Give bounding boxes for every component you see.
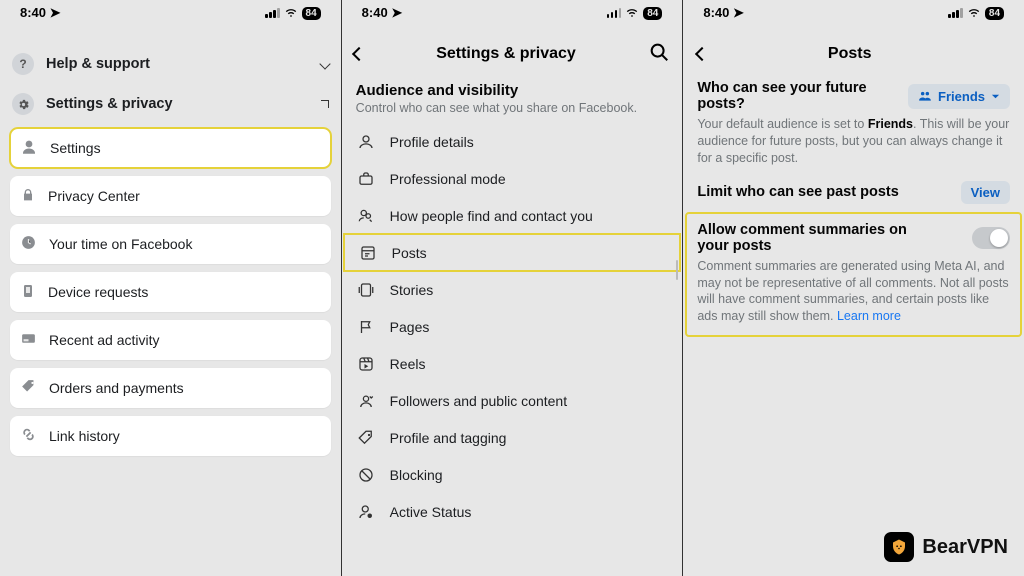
question-icon: ? [12, 53, 34, 75]
battery-icon: 84 [643, 7, 662, 20]
watermark-text: BearVPN [922, 536, 1008, 559]
location-icon: ➤ [733, 5, 744, 20]
friends-button[interactable]: Friends [908, 84, 1010, 109]
battery-icon: 84 [302, 7, 321, 20]
page-title: Settings & privacy [364, 45, 649, 63]
allow-comment-summaries-label: Allow comment summaries on your posts [697, 222, 927, 254]
chevron-up-icon [321, 100, 329, 108]
orders-payments-item[interactable]: Orders and payments [10, 368, 331, 408]
item-followers[interactable]: Followers and public content [342, 382, 683, 419]
block-icon [356, 466, 376, 484]
allow-comment-summaries-block: Allow comment summaries on your posts Co… [687, 214, 1020, 336]
location-icon: ➤ [50, 5, 61, 20]
tag-icon [356, 429, 376, 447]
tag-icon [20, 378, 37, 398]
active-status-icon [356, 503, 376, 521]
link-icon [20, 426, 37, 446]
stories-icon [356, 281, 376, 299]
screen-menu: 8:40 ➤ 84 ? Help & support Settings & pr… [0, 0, 342, 576]
future-posts-description: Your default audience is set to Friends.… [697, 116, 1010, 167]
privacy-center-item[interactable]: Privacy Center [10, 176, 331, 216]
view-button[interactable]: View [961, 181, 1010, 204]
item-posts[interactable]: Posts [344, 234, 681, 271]
location-icon: ➤ [391, 5, 402, 20]
chevron-down-icon [319, 58, 330, 69]
screen-settings-privacy: 8:40 ➤ 84 Settings & privacy Audience an… [342, 0, 684, 576]
learn-more-link[interactable]: Learn more [837, 309, 901, 323]
item-reels[interactable]: Reels [342, 345, 683, 382]
status-bar: 8:40 ➤ 84 [683, 0, 1024, 26]
item-pages[interactable]: Pages [342, 308, 683, 345]
item-professional-mode[interactable]: Professional mode [342, 160, 683, 197]
page-title: Posts [707, 45, 1010, 63]
clock-icon [20, 234, 37, 254]
profile-icon [356, 133, 376, 151]
search-icon[interactable] [648, 41, 670, 68]
battery-icon: 84 [985, 7, 1004, 20]
wifi-icon [625, 8, 639, 18]
section-subtitle: Control who can see what you share on Fa… [342, 101, 683, 123]
person-gear-icon [20, 138, 38, 159]
screen-posts: 8:40 ➤ 84 Posts Who can see your future … [683, 0, 1024, 576]
bearvpn-logo-icon [884, 532, 914, 562]
item-active-status[interactable]: Active Status [342, 493, 683, 530]
wifi-icon [967, 8, 981, 18]
recent-ad-item[interactable]: Recent ad activity [10, 320, 331, 360]
lock-icon [20, 187, 36, 206]
device-requests-item[interactable]: Device requests [10, 272, 331, 312]
ad-icon [20, 330, 37, 350]
reels-icon [356, 355, 376, 373]
post-icon [358, 244, 378, 262]
people-search-icon [356, 207, 376, 225]
wifi-icon [284, 8, 298, 18]
signal-icon [948, 8, 963, 18]
signal-icon [265, 8, 280, 18]
item-how-people-find[interactable]: How people find and contact you [342, 197, 683, 234]
flag-icon [356, 318, 376, 336]
item-stories[interactable]: Stories [342, 271, 683, 308]
watermark: BearVPN [884, 532, 1008, 562]
briefcase-icon [356, 170, 376, 188]
settings-privacy-row[interactable]: Settings & privacy [0, 84, 341, 124]
help-support-row[interactable]: ? Help & support [0, 44, 341, 84]
allow-comment-summaries-toggle[interactable] [972, 227, 1010, 249]
link-history-item[interactable]: Link history [10, 416, 331, 456]
your-time-item[interactable]: Your time on Facebook [10, 224, 331, 264]
settings-item[interactable]: Settings [10, 128, 331, 168]
status-bar: 8:40 ➤ 84 [342, 0, 683, 26]
signal-icon [607, 8, 622, 18]
gear-icon [12, 93, 34, 115]
device-icon [20, 283, 36, 302]
item-profile-tagging[interactable]: Profile and tagging [342, 419, 683, 456]
status-bar: 8:40 ➤ 84 [0, 0, 341, 26]
future-posts-label: Who can see your future posts? [697, 80, 887, 112]
friends-icon [918, 89, 932, 103]
section-header: Audience and visibility [342, 76, 683, 101]
item-profile-details[interactable]: Profile details [342, 123, 683, 160]
followers-icon [356, 392, 376, 410]
caret-down-icon [991, 92, 1000, 101]
allow-comment-summaries-description: Comment summaries are generated using Me… [697, 258, 1010, 326]
limit-past-posts-label: Limit who can see past posts [697, 184, 898, 200]
item-blocking[interactable]: Blocking [342, 456, 683, 493]
